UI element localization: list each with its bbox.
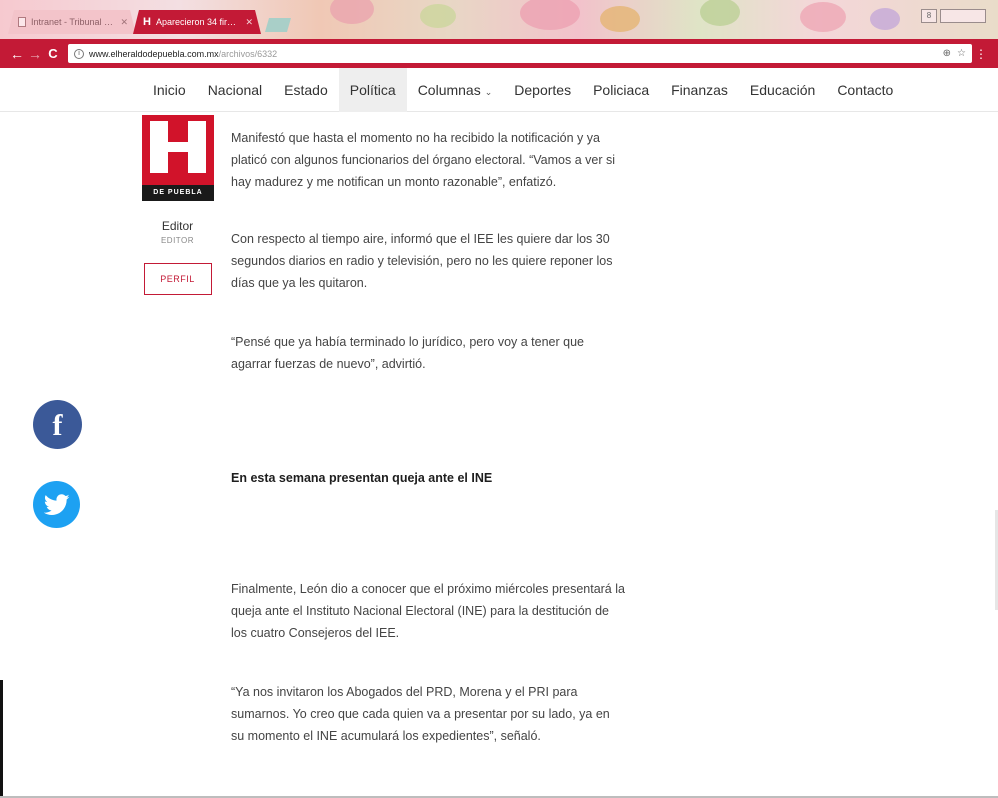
site-navigation: Inicio Nacional Estado Política Columnas… [0, 68, 998, 112]
forward-arrow-icon[interactable]: → [26, 46, 44, 62]
document-icon [18, 17, 26, 27]
facebook-share-button[interactable]: f [33, 400, 82, 449]
nav-item-deportes[interactable]: Deportes [503, 68, 582, 112]
twitter-bird-icon [44, 494, 70, 515]
reload-icon[interactable]: C [44, 46, 62, 61]
floral-decoration [870, 8, 900, 30]
article-paragraph: “Pensé que ya había terminado lo jurídic… [231, 335, 584, 371]
nav-item-policiaca[interactable]: Policiaca [582, 68, 660, 112]
floral-decoration [800, 2, 846, 32]
browser-toolbar: ← → C i www.elheraldodepuebla.com.mx/arc… [0, 39, 998, 68]
back-arrow-icon[interactable]: ← [8, 46, 26, 62]
twitter-share-button[interactable] [33, 481, 80, 528]
logo-text: DE PUEBLA [142, 185, 214, 201]
profile-button[interactable]: PERFIL [143, 263, 212, 295]
article-paragraph: Finalmente, León dio a conocer que el pr… [231, 582, 625, 640]
floral-decoration [420, 4, 456, 28]
author-avatar: DE PUEBLA [142, 115, 214, 203]
facebook-icon: f [52, 409, 63, 442]
article-paragraph: Con respecto al tiempo aire, informó que… [231, 232, 613, 290]
new-tab-button[interactable] [265, 18, 291, 32]
url-path: /archivos/6332 [218, 48, 278, 59]
browser-tabstrip: Intranet - Tribunal Electo ✕ H Aparecier… [0, 0, 998, 39]
profile-button[interactable]: 8 [921, 9, 937, 23]
article-subheading: En esta semana presentan queja ante el I… [231, 471, 493, 485]
close-icon[interactable]: ✕ [245, 17, 253, 28]
menu-icon[interactable]: ⋮ [972, 47, 990, 61]
tab-title: Aparecieron 34 firmas de [155, 17, 240, 27]
nav-item-contacto[interactable]: Contacto [826, 68, 904, 112]
window-controls: 8 [921, 9, 986, 23]
nav-item-inicio[interactable]: Inicio [142, 68, 197, 112]
author-card: DE PUEBLA Editor EDITOR PERFIL [140, 115, 215, 295]
url-host: www.elheraldodepuebla.com.mx [89, 48, 219, 59]
address-bar[interactable]: i www.elheraldodepuebla.com.mx/archivos/… [68, 44, 972, 63]
nav-item-nacional[interactable]: Nacional [197, 68, 273, 112]
tab-intranet[interactable]: Intranet - Tribunal Electo ✕ [8, 10, 136, 34]
tab-article[interactable]: H Aparecieron 34 firmas de ✕ [133, 10, 261, 34]
close-icon[interactable]: ✕ [120, 17, 128, 28]
window-edge [0, 680, 3, 798]
floral-decoration [520, 0, 580, 30]
nav-item-educacion[interactable]: Educación [739, 68, 826, 112]
zoom-icon[interactable]: ⊕ [943, 48, 951, 59]
info-icon[interactable]: i [74, 48, 84, 59]
heraldo-favicon-icon: H [143, 16, 151, 28]
author-name: Editor [161, 219, 194, 233]
nav-item-finanzas[interactable]: Finanzas [660, 68, 739, 112]
nav-item-columnas[interactable]: Columnas ⌄ [407, 68, 504, 112]
floral-decoration [330, 0, 374, 24]
floral-decoration [600, 6, 640, 32]
chevron-down-icon: ⌄ [484, 87, 493, 97]
author-role: EDITOR [160, 236, 195, 245]
article-paragraph: “Ya nos invitaron los Abogados del PRD, … [231, 685, 610, 743]
bookmark-star-icon[interactable]: ☆ [957, 48, 966, 59]
nav-item-estado[interactable]: Estado [273, 68, 339, 112]
tab-title: Intranet - Tribunal Electo [31, 17, 113, 27]
floral-decoration [700, 0, 740, 26]
nav-item-politica[interactable]: Política [338, 68, 407, 112]
article-paragraph: Manifestó que hasta el momento no ha rec… [231, 131, 616, 189]
minimize-maximize-buttons[interactable] [940, 9, 986, 23]
heraldo-logo [142, 115, 214, 185]
nav-item-label: Columnas [417, 82, 481, 98]
